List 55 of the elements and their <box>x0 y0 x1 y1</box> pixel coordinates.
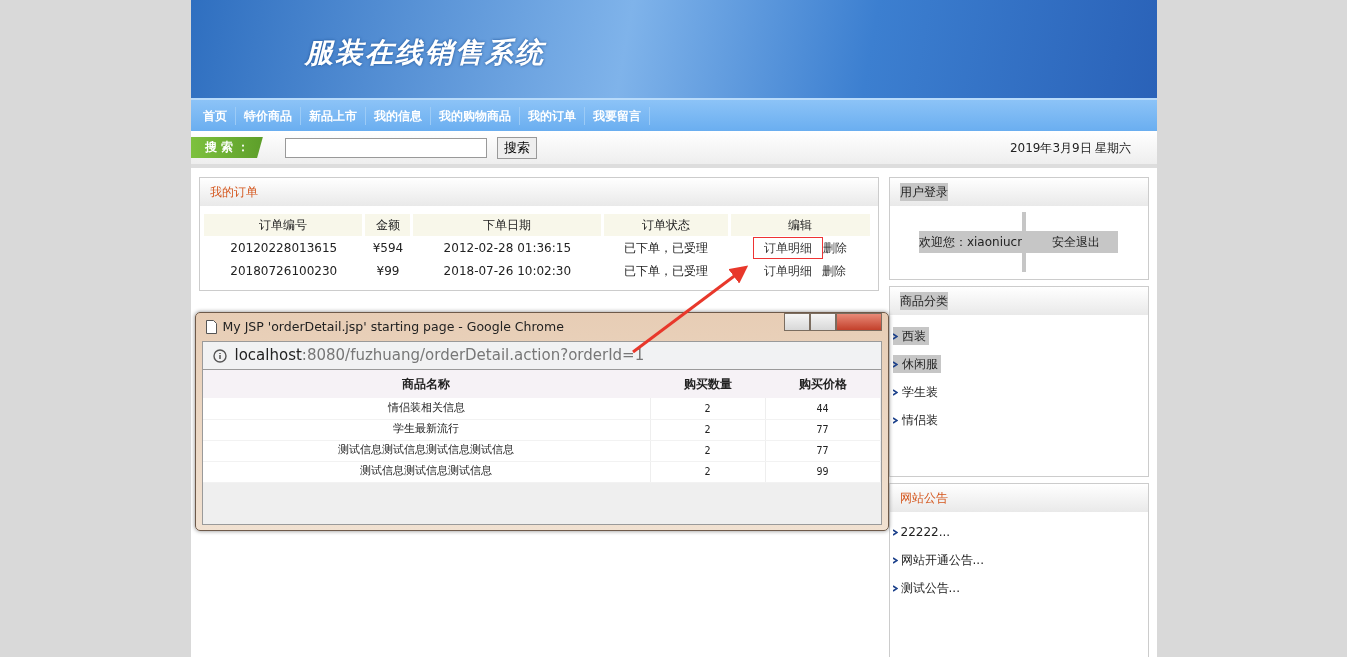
chevron-icon <box>892 416 898 424</box>
table-cell: 测试信息测试信息测试信息 <box>202 461 650 482</box>
window-title: My JSP 'orderDetail.jsp' starting page - Google Chrome <box>222 317 564 336</box>
category-link[interactable]: 学生装 <box>901 383 941 401</box>
search-button[interactable]: 搜索 <box>496 136 537 159</box>
notice-link[interactable]: 测试公告... <box>900 579 960 597</box>
column-header: 购买价格 <box>765 370 880 398</box>
table-cell-text: 2018-07-26 10:02:30 <box>442 262 573 280</box>
chevron-icon <box>892 332 898 340</box>
chevron-icon <box>892 528 898 536</box>
table-cell: 2012-02-28 01:36:15 <box>411 236 603 259</box>
column-header: 购买数量 <box>650 370 765 398</box>
table-cell: 44 <box>765 398 880 419</box>
table-cell: 情侣装相关信息 <box>202 398 650 419</box>
panel-title: 我的订单 <box>209 184 258 201</box>
panel-title: 网站公告 <box>899 490 948 507</box>
logout-link[interactable]: 安全退出 <box>1026 231 1119 253</box>
search-label: 搜 索 ： <box>190 137 263 158</box>
order-detail-link[interactable]: 订单明细 <box>753 236 824 259</box>
page-icon <box>205 320 217 334</box>
date-text: 2019年3月9日 星期六 <box>1009 139 1132 157</box>
table-cell-text: 已下单，已受理 <box>623 262 710 280</box>
category-link[interactable]: 情侣装 <box>901 411 941 429</box>
welcome-text: 欢迎您：xiaoniucr <box>918 231 1023 253</box>
delete-link[interactable]: 删除 <box>823 240 848 255</box>
order-detail-link[interactable]: 订单明细 <box>754 260 823 281</box>
column-header: 订单状态 <box>602 214 730 236</box>
maximize-button[interactable] <box>809 313 836 331</box>
info-icon <box>212 348 227 363</box>
chevron-icon <box>892 360 898 368</box>
chevron-icon <box>892 584 898 592</box>
table-cell: 20120228013615 <box>203 236 364 259</box>
minimize-button[interactable] <box>783 313 810 331</box>
search-field[interactable] <box>284 137 487 158</box>
table-cell: 2 <box>650 398 765 419</box>
table-cell: 学生最新流行 <box>202 419 650 440</box>
table-cell: 测试信息测试信息测试信息测试信息 <box>202 440 650 461</box>
panel-title: 用户登录 <box>899 183 948 201</box>
site-title: 服装在线销售系统 <box>304 36 548 70</box>
delete-link[interactable]: 删除 <box>822 263 847 278</box>
notice-link[interactable]: 网站开通公告... <box>900 551 984 569</box>
table-cell-text: ¥99 <box>375 262 401 280</box>
column-header: 商品名称 <box>202 370 650 398</box>
column-header: 编辑 <box>729 214 871 236</box>
column-header: 订单编号 <box>203 214 364 236</box>
notice-link[interactable]: 22222... <box>900 523 951 541</box>
column-header: 金额 <box>364 214 412 236</box>
table-cell: ¥594 <box>364 236 412 259</box>
chevron-icon <box>892 388 898 396</box>
chevron-icon <box>892 556 898 564</box>
table-cell: 已下单，已受理 <box>602 236 730 259</box>
column-header: 下单日期 <box>411 214 603 236</box>
panel-title: 商品分类 <box>899 292 948 310</box>
url-text[interactable]: localhost:8080/fuzhuang/orderDetail.action?orderId=1 <box>234 344 645 367</box>
table-cell-text: 20180726100230 <box>229 262 339 280</box>
